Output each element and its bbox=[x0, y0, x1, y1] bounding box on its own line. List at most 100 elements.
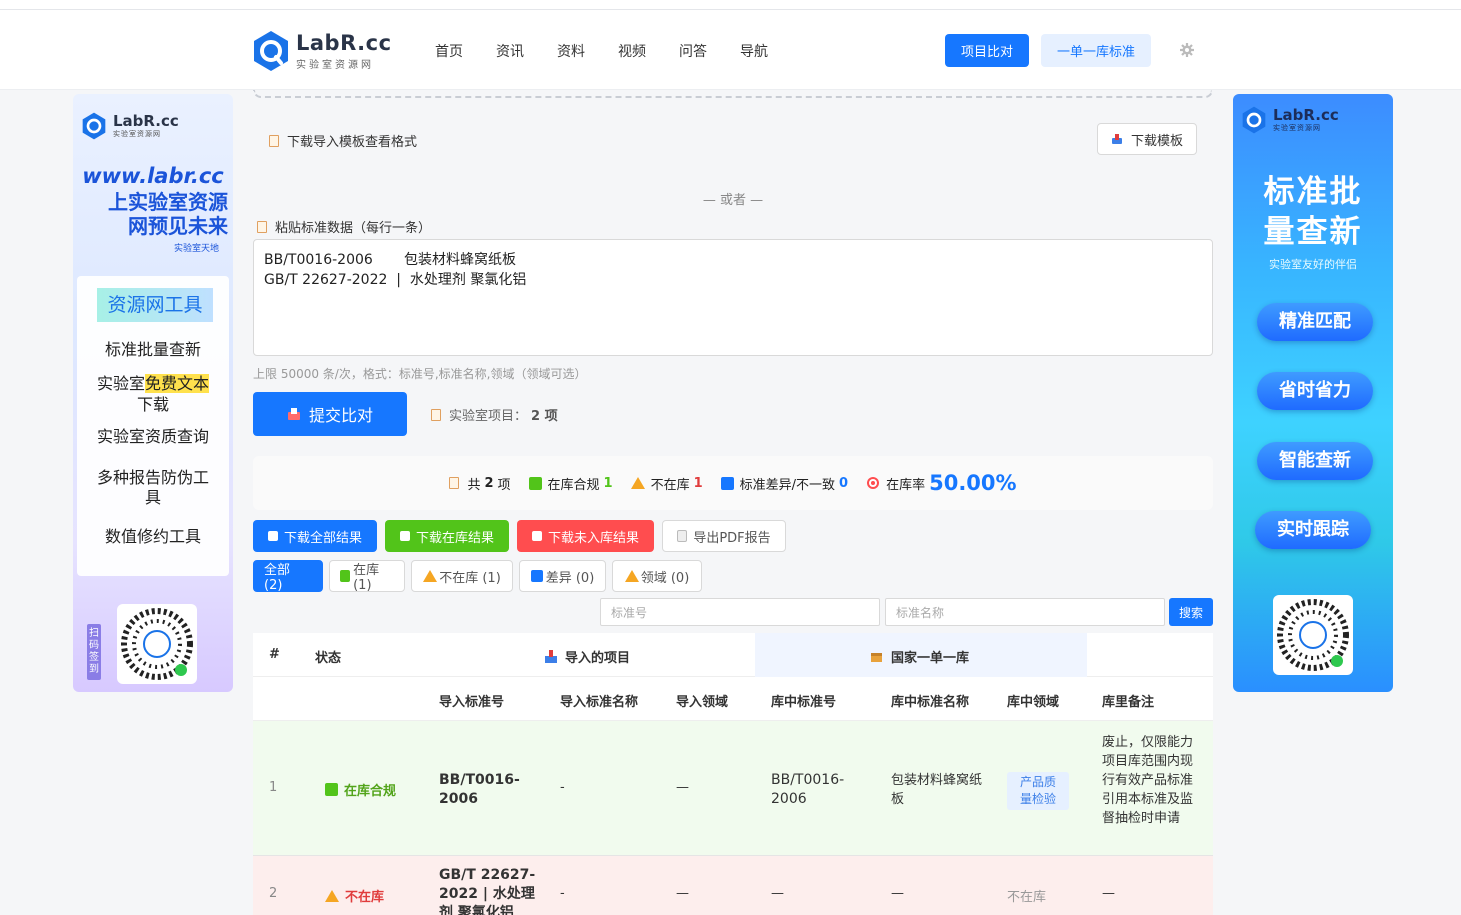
standards-textarea[interactable]: BB/T0016-2006 包装材料蜂窝纸板 GB/T 22627-2022 |… bbox=[253, 239, 1213, 356]
upload-dropzone-edge[interactable] bbox=[253, 90, 1213, 98]
nav-guide[interactable]: 导航 bbox=[740, 41, 768, 61]
tab-in-library[interactable]: 在库 (1) bbox=[329, 560, 405, 593]
ad-left-slogan: 上实验室资源 网预见未来 bbox=[73, 190, 228, 238]
summary-not-in-library: 不在库 1 bbox=[630, 474, 703, 493]
ad-left-tool-card: 资源网工具 标准批量查新 实验室免费文本 下载 实验室资质查询 多种报告防伪工 … bbox=[77, 276, 229, 576]
ad-right-feature: 精准匹配 bbox=[1257, 303, 1373, 341]
download-in-label: 下载在库结果 bbox=[415, 530, 494, 546]
ad-left-card-title: 资源网工具 bbox=[97, 288, 213, 322]
summary-total-value: 2 bbox=[484, 475, 494, 491]
library-standard-name: — bbox=[891, 886, 904, 901]
table-row[interactable]: 2 不在库 GB/T 22627-2022 | 水处理剂 聚氯化铝 - — — … bbox=[253, 856, 1213, 915]
tab-field[interactable]: 领域 (0) bbox=[612, 560, 702, 592]
ad-right-subtitle: 实验室友好的伴侣 bbox=[1269, 258, 1357, 271]
check-icon bbox=[340, 570, 351, 582]
download-icon bbox=[531, 531, 542, 541]
import-standard-name: - bbox=[560, 780, 565, 795]
national-group-header: 国家一单一库 bbox=[870, 647, 969, 666]
template-hint: 下载导入模板查看格式 bbox=[269, 131, 417, 150]
logo-icon bbox=[82, 112, 106, 140]
ad-right-logo: LabR.cc 实验室资源网 bbox=[1241, 106, 1339, 134]
download-icon bbox=[267, 531, 278, 541]
search-button[interactable]: 搜索 bbox=[1169, 598, 1213, 626]
ad-left-logo-title: LabR.cc bbox=[113, 112, 179, 130]
target-icon bbox=[867, 477, 880, 489]
download-template-button[interactable]: 下载模板 bbox=[1097, 123, 1197, 155]
nav-qa[interactable]: 问答 bbox=[679, 41, 707, 61]
warning-icon bbox=[624, 570, 639, 582]
or-divider: — 或者 — bbox=[702, 193, 764, 208]
site-logo[interactable]: LabR.cc 实验室资源网 bbox=[252, 30, 392, 72]
row-index: 2 bbox=[269, 886, 278, 901]
ad-left-url: www.labr.cc bbox=[82, 164, 224, 188]
clipboard-icon bbox=[257, 220, 267, 233]
nav-docs[interactable]: 资料 bbox=[557, 41, 585, 61]
tab-in-label: 在库 (1) bbox=[353, 563, 380, 593]
tab-diff-label: 差异 (0) bbox=[545, 570, 595, 586]
check-icon bbox=[325, 783, 338, 796]
warning-icon bbox=[423, 570, 438, 582]
import-standard-no: GB/T 22627-2022 | 水处理剂 聚氯化铝 bbox=[439, 867, 536, 915]
paste-label: 粘贴标准数据（每行一条） bbox=[257, 217, 431, 236]
right-ad-banner[interactable]: LabR.cc 实验室资源网 标准批 量查新 实验室友好的伴侣 精准匹配 省时省… bbox=[1233, 94, 1393, 692]
download-not-in-library-button[interactable]: 下载未入库结果 bbox=[517, 520, 654, 552]
tab-field-label: 领域 (0) bbox=[640, 570, 690, 586]
submit-compare-button[interactable]: 提交比对 bbox=[253, 392, 407, 436]
summary-out-label: 不在库 bbox=[650, 477, 690, 493]
ad-left-item: 实验室资质查询 bbox=[96, 427, 209, 446]
download-all-label: 下载全部结果 bbox=[283, 530, 362, 546]
clipboard-icon bbox=[269, 134, 279, 147]
logo-subtitle: 实验室资源网 bbox=[296, 59, 374, 71]
summary-in-label: 在库合规 bbox=[547, 477, 600, 493]
tab-out-label: 不在库 (1) bbox=[439, 570, 501, 586]
standard-library-button[interactable]: 一单一库标准 bbox=[1041, 34, 1151, 67]
nav-home[interactable]: 首页 bbox=[435, 41, 463, 61]
ad-right-title-line-2: 量查新 bbox=[1263, 214, 1363, 250]
col-library-name: 库中标准名称 bbox=[891, 695, 970, 710]
ad-left-item: 数值修约工具 bbox=[104, 527, 201, 546]
summary-total-unit: 项 bbox=[497, 477, 511, 493]
ad-left-item-highlight: 免费文本 bbox=[145, 374, 210, 393]
import-field: — bbox=[676, 780, 689, 795]
ad-left-logo: LabR.cc 实验室资源网 bbox=[81, 112, 179, 140]
export-pdf-button[interactable]: 导出PDF报告 bbox=[662, 520, 786, 552]
ad-right-logo-title: LabR.cc bbox=[1273, 106, 1339, 124]
col-remark: 库里备注 bbox=[1102, 695, 1155, 710]
summary-diff-label: 标准差异/不一致 bbox=[739, 477, 836, 493]
download-all-button[interactable]: 下载全部结果 bbox=[253, 520, 377, 552]
status-badge: 不在库 bbox=[325, 886, 384, 905]
library-standard-no: — bbox=[771, 886, 784, 901]
download-in-library-button[interactable]: 下载在库结果 bbox=[385, 520, 509, 552]
table-row[interactable]: 1 在库合规 BB/T0016-2006 - — BB/T0016-2006 包… bbox=[253, 721, 1213, 856]
compare-panel: 下载导入模板查看格式 下载模板 — 或者 — 粘贴标准数据（每行一条） BB/T… bbox=[253, 90, 1213, 915]
library-field: 不在库 bbox=[1007, 890, 1047, 905]
import-standard-name: - bbox=[560, 886, 565, 901]
gear-icon[interactable] bbox=[1180, 43, 1194, 57]
col-index-header: # bbox=[269, 647, 280, 662]
warning-icon bbox=[325, 889, 339, 902]
summary-total-label: 共 bbox=[467, 477, 481, 493]
project-compare-button[interactable]: 项目比对 bbox=[945, 34, 1029, 67]
tab-not-in-library[interactable]: 不在库 (1) bbox=[411, 560, 513, 592]
left-ad-banner[interactable]: LabR.cc 实验室资源网 www.labr.cc 上实验室资源 网预见未来 … bbox=[73, 94, 233, 692]
warning-icon bbox=[630, 477, 645, 489]
ad-left-slogan-sub: 实验室天地 bbox=[173, 244, 219, 254]
standard-number-search-input[interactable]: 标准号 bbox=[600, 598, 880, 626]
nav-news[interactable]: 资讯 bbox=[496, 41, 524, 61]
ad-right-feature: 智能查新 bbox=[1257, 442, 1373, 480]
ad-right-title-line-1: 标准批 bbox=[1263, 174, 1363, 210]
result-summary: 共 2 项 在库合规 1 不在库 1 标准差异/不一致 0 在库率 50.00% bbox=[253, 456, 1213, 510]
ad-left-item: 标准批量查新 bbox=[104, 340, 201, 359]
ad-left-item: 实验室免费文本 bbox=[77, 374, 229, 394]
tab-diff[interactable]: 差异 (0) bbox=[519, 560, 606, 592]
inbox-icon bbox=[545, 650, 557, 663]
standard-name-search-input[interactable]: 标准名称 bbox=[885, 598, 1165, 626]
check-icon bbox=[528, 476, 542, 490]
col-library-field: 库中领域 bbox=[1007, 695, 1060, 710]
tab-all[interactable]: 全部 (2) bbox=[253, 560, 323, 593]
col-import-name: 导入标准名称 bbox=[560, 695, 639, 710]
ad-right-title: 标准批 量查新 bbox=[1233, 172, 1393, 252]
summary-diff: 标准差异/不一致 0 bbox=[720, 474, 848, 493]
nav-video[interactable]: 视频 bbox=[618, 41, 646, 61]
ad-left-item: 下载 bbox=[136, 395, 169, 414]
